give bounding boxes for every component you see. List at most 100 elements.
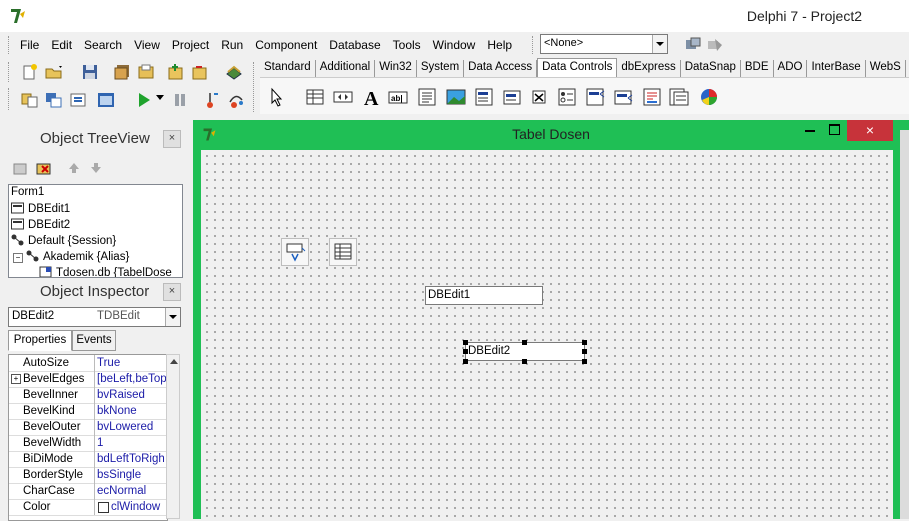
dblookuplistbox-icon[interactable] bbox=[584, 86, 606, 108]
property-row[interactable]: BevelWidth 1 bbox=[9, 435, 167, 452]
dblookupcombobox-icon[interactable] bbox=[612, 86, 634, 108]
chevron-down-icon[interactable] bbox=[165, 308, 180, 326]
tab-win32[interactable]: Win32 bbox=[375, 60, 417, 77]
view-unit-icon[interactable] bbox=[20, 90, 40, 110]
dbchart-icon[interactable] bbox=[698, 86, 720, 108]
selection-handle[interactable] bbox=[582, 340, 587, 345]
minimize-icon[interactable] bbox=[805, 130, 815, 132]
menu-search[interactable]: Search bbox=[78, 36, 128, 54]
property-row[interactable]: BorderStyle bsSingle bbox=[9, 467, 167, 484]
dbnavigator-icon[interactable] bbox=[332, 86, 354, 108]
property-value[interactable]: bdLeftToRigh bbox=[97, 451, 167, 467]
menu-project[interactable]: Project bbox=[166, 36, 215, 54]
tab-data-access[interactable]: Data Access bbox=[464, 60, 538, 77]
open-icon[interactable] bbox=[44, 62, 64, 82]
menu-file[interactable]: File bbox=[14, 36, 45, 54]
save-icon[interactable] bbox=[80, 62, 100, 82]
add-file-icon[interactable] bbox=[166, 62, 186, 82]
property-value[interactable]: bvLowered bbox=[97, 419, 167, 435]
open-project-icon[interactable] bbox=[136, 62, 156, 82]
menu-view[interactable]: View bbox=[128, 36, 166, 54]
collapse-icon[interactable]: − bbox=[13, 253, 23, 263]
menu-help[interactable]: Help bbox=[481, 36, 518, 54]
object-selector-combo[interactable]: DBEdit2 TDBEdit bbox=[8, 307, 181, 327]
delete-item-icon[interactable] bbox=[34, 158, 54, 178]
datasource-component[interactable] bbox=[281, 238, 309, 266]
property-row[interactable]: CharCase ecNormal bbox=[9, 483, 167, 500]
tree-item-dbedit1[interactable]: DBEdit1 bbox=[11, 202, 70, 218]
dblistbox-icon[interactable] bbox=[473, 86, 495, 108]
property-value[interactable]: ecNormal bbox=[97, 483, 167, 499]
new-item-icon[interactable] bbox=[10, 158, 30, 178]
maximize-icon[interactable] bbox=[829, 124, 840, 135]
dbimage-icon[interactable] bbox=[445, 86, 467, 108]
property-value[interactable]: bkNone bbox=[97, 403, 167, 419]
property-value[interactable]: bvRaised bbox=[97, 387, 167, 403]
menu-window[interactable]: Window bbox=[427, 36, 482, 54]
tab-properties[interactable]: Properties bbox=[8, 330, 72, 351]
close-button[interactable]: × bbox=[847, 120, 893, 141]
property-row[interactable]: BevelInner bvRaised bbox=[9, 387, 167, 404]
scroll-up-icon[interactable] bbox=[170, 359, 178, 364]
property-row[interactable]: Color clWindow bbox=[9, 499, 167, 516]
property-grid-scrollbar[interactable] bbox=[166, 354, 180, 519]
inspector-close-button[interactable]: × bbox=[163, 283, 181, 301]
property-value[interactable]: True bbox=[97, 355, 167, 371]
property-row[interactable]: AutoSize True bbox=[9, 355, 167, 372]
property-row[interactable]: BiDiMode bdLeftToRigh bbox=[9, 451, 167, 468]
property-row[interactable]: BevelOuter bvLowered bbox=[9, 419, 167, 436]
object-treeview[interactable]: Form1 DBEdit1 DBEdit2 Default {Session} … bbox=[8, 184, 183, 278]
dbedit-icon[interactable]: ab| bbox=[387, 86, 409, 108]
dbctrlgrid-icon[interactable] bbox=[668, 86, 690, 108]
selection-handle[interactable] bbox=[522, 359, 527, 364]
menu-run[interactable]: Run bbox=[215, 36, 249, 54]
selection-handle[interactable] bbox=[463, 349, 468, 354]
help-contents-icon[interactable] bbox=[224, 62, 244, 82]
tab-webs[interactable]: WebS bbox=[866, 60, 906, 77]
save-all-icon[interactable] bbox=[112, 62, 132, 82]
menubar-grip[interactable] bbox=[8, 36, 12, 54]
selection-handle[interactable] bbox=[582, 359, 587, 364]
tree-item-dbedit2[interactable]: DBEdit2 bbox=[11, 218, 70, 234]
toolbar-grip-view[interactable] bbox=[8, 88, 12, 110]
tab-bde[interactable]: BDE bbox=[741, 60, 774, 77]
move-down-icon[interactable] bbox=[86, 158, 106, 178]
dbcombobox-icon[interactable] bbox=[501, 86, 523, 108]
toggle-form-unit-icon[interactable] bbox=[68, 90, 88, 110]
dbmemo-icon[interactable] bbox=[416, 86, 438, 108]
selection-handle[interactable] bbox=[463, 359, 468, 364]
tab-datasnap[interactable]: DataSnap bbox=[681, 60, 741, 77]
dbrichedit-icon[interactable] bbox=[641, 86, 663, 108]
menu-tools[interactable]: Tools bbox=[387, 36, 427, 54]
property-row[interactable]: BevelKind bkNone bbox=[9, 403, 167, 420]
palette-grip[interactable] bbox=[253, 62, 257, 112]
desktop-layout-combo[interactable]: <None> bbox=[540, 34, 668, 54]
editor-scrollbar[interactable] bbox=[900, 130, 909, 519]
dbtext-icon[interactable]: A bbox=[361, 86, 383, 108]
tab-interbase[interactable]: InterBase bbox=[807, 60, 866, 77]
form-canvas[interactable]: DBEdit1 DBEdit2 bbox=[201, 150, 893, 519]
selection-handle[interactable] bbox=[522, 340, 527, 345]
pointer-icon[interactable] bbox=[266, 86, 288, 108]
view-form-icon[interactable] bbox=[44, 90, 64, 110]
tree-item-form1[interactable]: Form1 bbox=[11, 186, 44, 202]
tab-standard[interactable]: Standard bbox=[260, 60, 316, 77]
tab-dbexpress[interactable]: dbExpress bbox=[617, 60, 681, 77]
selection-handle[interactable] bbox=[582, 349, 587, 354]
dbradiogroup-icon[interactable] bbox=[556, 86, 578, 108]
new-icon[interactable] bbox=[20, 62, 40, 82]
property-value[interactable]: bsSingle bbox=[97, 467, 167, 483]
menu-database[interactable]: Database bbox=[323, 36, 386, 54]
pause-icon[interactable] bbox=[170, 90, 190, 110]
toolbar-grip-standard[interactable] bbox=[8, 62, 12, 82]
tree-item-alias[interactable]: − Akademik {Alias} bbox=[13, 250, 129, 266]
tree-item-session[interactable]: Default {Session} bbox=[11, 234, 116, 250]
dbgrid-icon[interactable] bbox=[304, 86, 326, 108]
run-dropdown-icon[interactable] bbox=[156, 95, 164, 100]
tab-system[interactable]: System bbox=[417, 60, 465, 77]
property-value[interactable]: [beLeft,beTop bbox=[97, 371, 167, 387]
selection-handle[interactable] bbox=[463, 340, 468, 345]
menu-component[interactable]: Component bbox=[249, 36, 323, 54]
form-title-bar[interactable]: Tabel Dosen × bbox=[193, 120, 909, 148]
move-up-icon[interactable] bbox=[64, 158, 84, 178]
